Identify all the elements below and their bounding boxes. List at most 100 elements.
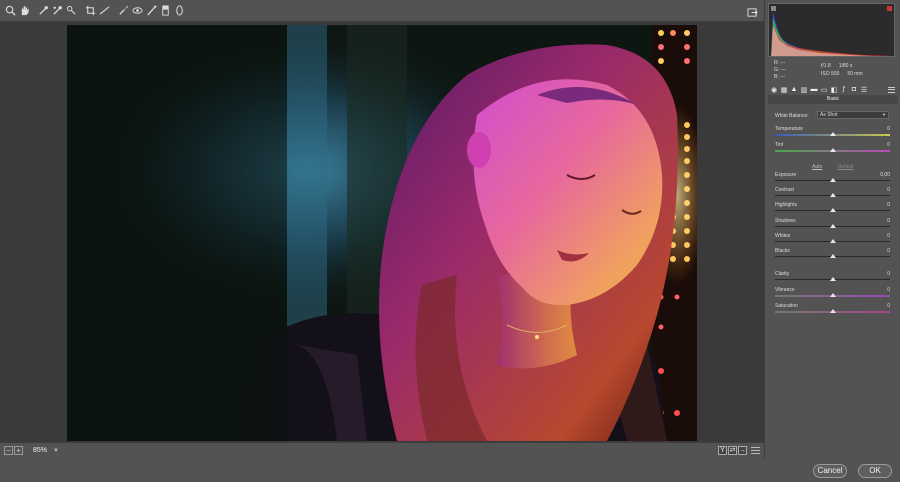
split-toning-tab-icon[interactable]: ▬ — [810, 86, 818, 94]
slider-label: Blacks — [775, 248, 790, 254]
slider-value[interactable]: 0 — [887, 248, 890, 254]
cancel-button[interactable]: Cancel — [813, 464, 847, 478]
slider-tint[interactable]: Tint 0 — [775, 142, 890, 156]
slider-thumb[interactable] — [829, 309, 836, 313]
straighten-icon[interactable] — [98, 4, 111, 18]
slider-thumb[interactable] — [829, 193, 836, 197]
slider-value[interactable]: 0 — [887, 271, 890, 277]
slider-value[interactable]: 0 — [887, 126, 890, 132]
exif-info: f/1.8 1/80 s ISO 500 50 mm — [821, 62, 871, 78]
ok-button[interactable]: OK — [858, 464, 892, 478]
slider-whites[interactable]: Whites 0 — [775, 233, 890, 247]
slider-value[interactable]: 0 — [887, 142, 890, 148]
slider-thumb[interactable] — [829, 293, 836, 297]
slider-value[interactable]: 0 — [887, 303, 890, 309]
spot-removal-icon[interactable] — [117, 4, 130, 18]
auto-button[interactable]: Auto — [812, 164, 822, 170]
panel-tabs: ◉ ▦ ▲ ▥ ▬ ▭ ◧ ƒ ◘ ☰ — [768, 85, 898, 94]
slider-highlights[interactable]: Highlights 0 — [775, 202, 890, 216]
basic-tab-icon[interactable]: ◉ — [770, 86, 778, 94]
focal-length-value: 50 mm — [847, 71, 863, 77]
white-balance-icon[interactable] — [37, 4, 50, 18]
white-balance-select[interactable]: As Shot ▼ — [817, 111, 889, 119]
slider-label: Whites — [775, 233, 791, 239]
slider-clarity[interactable]: Clarity 0 — [775, 271, 890, 285]
slider-label: Tint — [775, 142, 784, 148]
crop-icon[interactable] — [84, 4, 97, 18]
effects-tab-icon[interactable]: ƒ — [840, 86, 848, 94]
view-controls: Y ⇄ → — [718, 446, 760, 455]
slider-thumb[interactable] — [829, 148, 836, 152]
slider-contrast[interactable]: Contrast 0 — [775, 187, 890, 201]
zoom-level[interactable]: 85% — [33, 447, 47, 454]
red-eye-icon[interactable] — [131, 4, 144, 18]
dialog-footer: Cancel OK — [0, 458, 900, 482]
slider-value[interactable]: 0 — [887, 187, 890, 193]
aperture-value: f/1.8 — [821, 63, 831, 69]
before-after-toggle-button[interactable]: Y — [718, 446, 727, 455]
rgb-exif-readout: R: --- G: --- B: --- f/1.8 1/80 s ISO 500… — [771, 60, 897, 84]
radial-filter-icon[interactable] — [173, 4, 186, 18]
slider-value[interactable]: 0 — [887, 218, 890, 224]
zoom-dropdown-icon[interactable]: ▼ — [53, 448, 59, 454]
slider-label: Clarity — [775, 271, 790, 277]
slider-value[interactable]: 0 — [887, 233, 890, 239]
slider-thumb[interactable] — [829, 208, 836, 212]
white-balance-row: White Balance: As Shot ▼ — [775, 111, 895, 120]
camera-raw-window: − + 85% ▼ Y ⇄ → R: --- G: --- B: --- f/1… — [0, 0, 900, 482]
slider-exposure[interactable]: Exposure 0,00 — [775, 172, 890, 186]
slider-label: Vibrance — [775, 287, 795, 293]
histogram-graph — [771, 12, 894, 56]
zoom-in-button[interactable]: + — [14, 446, 23, 455]
portrait-image — [67, 25, 697, 441]
slider-thumb[interactable] — [829, 277, 836, 281]
hsl-tab-icon[interactable]: ▥ — [800, 86, 808, 94]
highlight-clipping-toggle[interactable] — [887, 6, 892, 11]
iso-value: ISO 500 — [821, 71, 840, 77]
adjustment-brush-icon[interactable] — [145, 4, 158, 18]
slider-thumb[interactable] — [829, 254, 836, 258]
slider-thumb[interactable] — [829, 239, 836, 243]
lens-tab-icon[interactable]: ▭ — [820, 86, 828, 94]
slider-shadows[interactable]: Shadows 0 — [775, 218, 890, 232]
targeted-adjustment-icon[interactable] — [65, 4, 78, 18]
detail-tab-icon[interactable]: ▲ — [790, 86, 798, 94]
slider-saturation[interactable]: Saturation 0 — [775, 303, 890, 317]
auto-default-row: Auto Default — [812, 164, 854, 170]
panel-menu-icon[interactable] — [888, 86, 895, 93]
transform-tab-icon[interactable]: ◧ — [830, 86, 838, 94]
slider-thumb[interactable] — [829, 178, 836, 182]
chevron-down-icon: ▼ — [882, 112, 886, 117]
slider-label: Contrast — [775, 187, 794, 193]
white-balance-label: White Balance: — [775, 113, 809, 119]
photo-preview — [67, 25, 697, 441]
graduated-filter-icon[interactable] — [159, 4, 172, 18]
slider-value[interactable]: 0 — [887, 287, 890, 293]
slider-label: Highlights — [775, 202, 797, 208]
red-value: R: --- — [774, 60, 786, 66]
color-sampler-icon[interactable] — [51, 4, 64, 18]
shadow-clipping-toggle[interactable] — [771, 6, 776, 11]
preview-canvas[interactable] — [0, 22, 764, 442]
camera-calibration-tab-icon[interactable]: ◘ — [850, 86, 858, 94]
slider-thumb[interactable] — [829, 132, 836, 136]
tone-curve-tab-icon[interactable]: ▦ — [780, 86, 788, 94]
swap-settings-button[interactable]: ⇄ — [728, 446, 737, 455]
slider-vibrance[interactable]: Vibrance 0 — [775, 287, 890, 301]
zoom-icon[interactable] — [4, 4, 17, 18]
slider-label: Saturation — [775, 303, 798, 309]
slider-blacks[interactable]: Blacks 0 — [775, 248, 890, 262]
slider-thumb[interactable] — [829, 224, 836, 228]
view-menu-icon[interactable] — [751, 446, 760, 455]
slider-value[interactable]: 0 — [887, 202, 890, 208]
adjustments-panel: R: --- G: --- B: --- f/1.8 1/80 s ISO 500… — [764, 0, 900, 458]
slider-value[interactable]: 0,00 — [880, 172, 890, 178]
hand-icon[interactable] — [18, 4, 31, 18]
slider-label: Exposure — [775, 172, 797, 178]
default-button[interactable]: Default — [838, 164, 854, 170]
zoom-out-button[interactable]: − — [4, 446, 13, 455]
copy-settings-button[interactable]: → — [738, 446, 747, 455]
presets-tab-icon[interactable]: ☰ — [860, 86, 868, 94]
open-preferences-icon[interactable] — [747, 5, 758, 17]
slider-temperature[interactable]: Temperature 0 — [775, 126, 890, 140]
